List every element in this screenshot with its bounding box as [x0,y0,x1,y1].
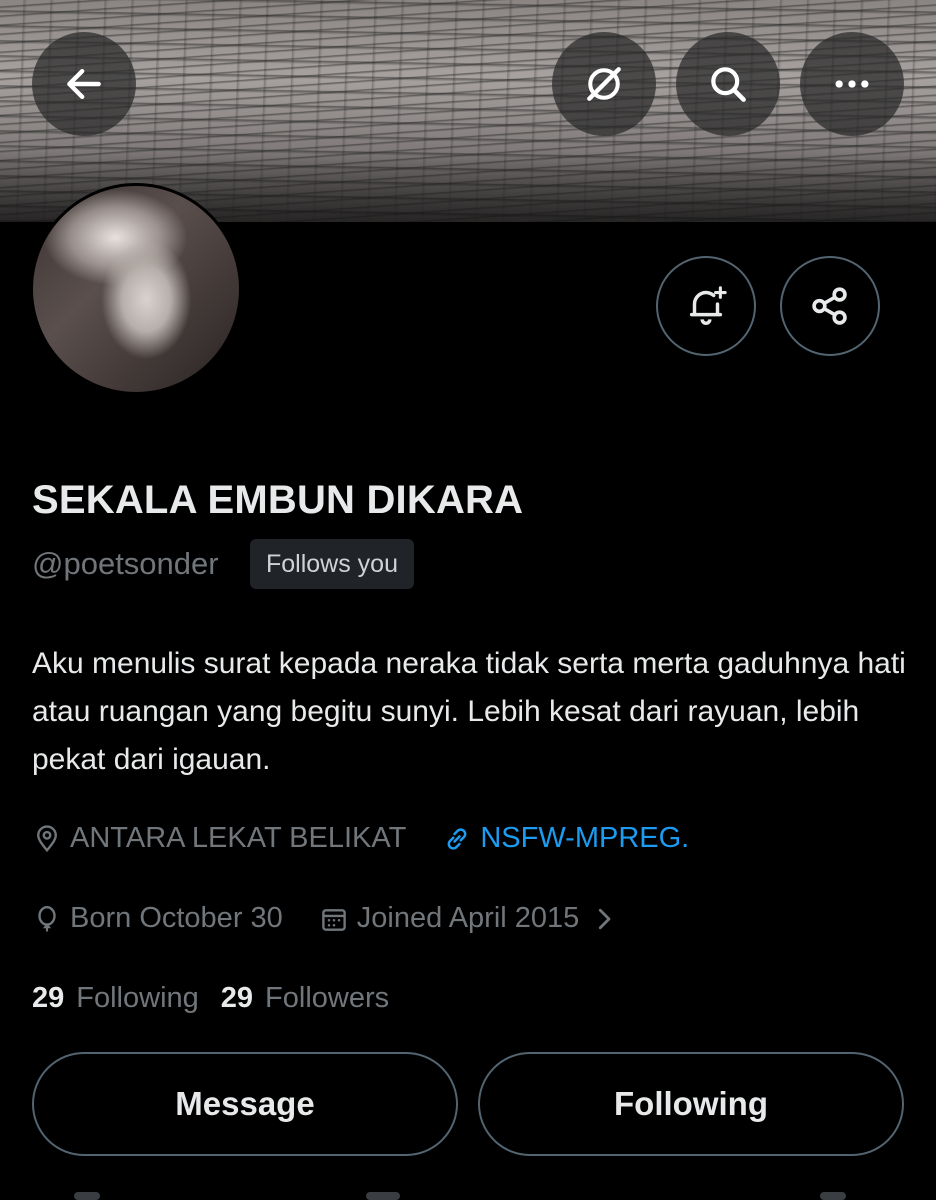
avatar-image [33,186,239,392]
joined-text: Joined April 2015 [356,902,580,934]
back-button[interactable] [32,32,136,136]
avatar[interactable] [30,183,242,395]
link-icon [447,827,467,850]
grok-slash-icon [587,67,621,101]
location-item: ANTARA LEKAT BELIKAT [32,822,406,855]
profile-link[interactable]: NSFW-MPREG. [442,822,689,855]
following-stat[interactable]: 29 Following [32,982,199,1015]
profile-bio: Aku menulis surat kepada neraka tidak se… [32,647,906,776]
bell-plus-icon [689,286,727,325]
birthday-text: Born October 30 [70,902,283,934]
share-icon [812,287,847,325]
more-dots-icon [835,80,869,88]
birthday-item: Born October 30 [32,902,283,935]
search-button[interactable] [676,32,780,136]
bottom-cutoff-element [366,1192,400,1200]
display-name: SEKALA EMBUN DIKARA [32,478,524,522]
follows-you-badge: Follows you [250,539,414,589]
location-text: ANTARA LEKAT BELIKAT [70,822,407,854]
location-pin-icon [37,824,57,852]
profile-meta-row-2: Born October 30 Joined April 2015 [32,902,655,935]
profile-meta-row-1: ANTARA LEKAT BELIKAT NSFW-MPREG. [32,822,725,855]
link-text[interactable]: NSFW-MPREG. [480,822,689,855]
followers-stat[interactable]: 29 Followers [221,982,389,1015]
search-icon [711,67,746,102]
more-button[interactable] [800,32,904,136]
bottom-cutoff-element [820,1192,846,1200]
joined-item[interactable]: Joined April 2015 [319,902,620,935]
following-button[interactable]: Following [478,1052,904,1156]
notify-button[interactable] [656,256,756,356]
arrow-left-icon [67,68,101,100]
user-handle: @poetsonder [32,546,219,581]
chevron-right-icon [599,908,611,929]
calendar-icon [321,908,346,931]
bottom-cutoff-element [74,1192,100,1200]
followers-label: Followers [265,982,390,1014]
follow-stats: 29 Following 29 Followers [32,982,411,1015]
message-button[interactable]: Message [32,1052,458,1156]
share-button[interactable] [780,256,880,356]
following-label: Following [76,982,199,1014]
grok-button[interactable] [552,32,656,136]
followers-count: 29 [220,982,254,1014]
balloon-icon [38,905,56,931]
following-count: 29 [32,982,65,1014]
